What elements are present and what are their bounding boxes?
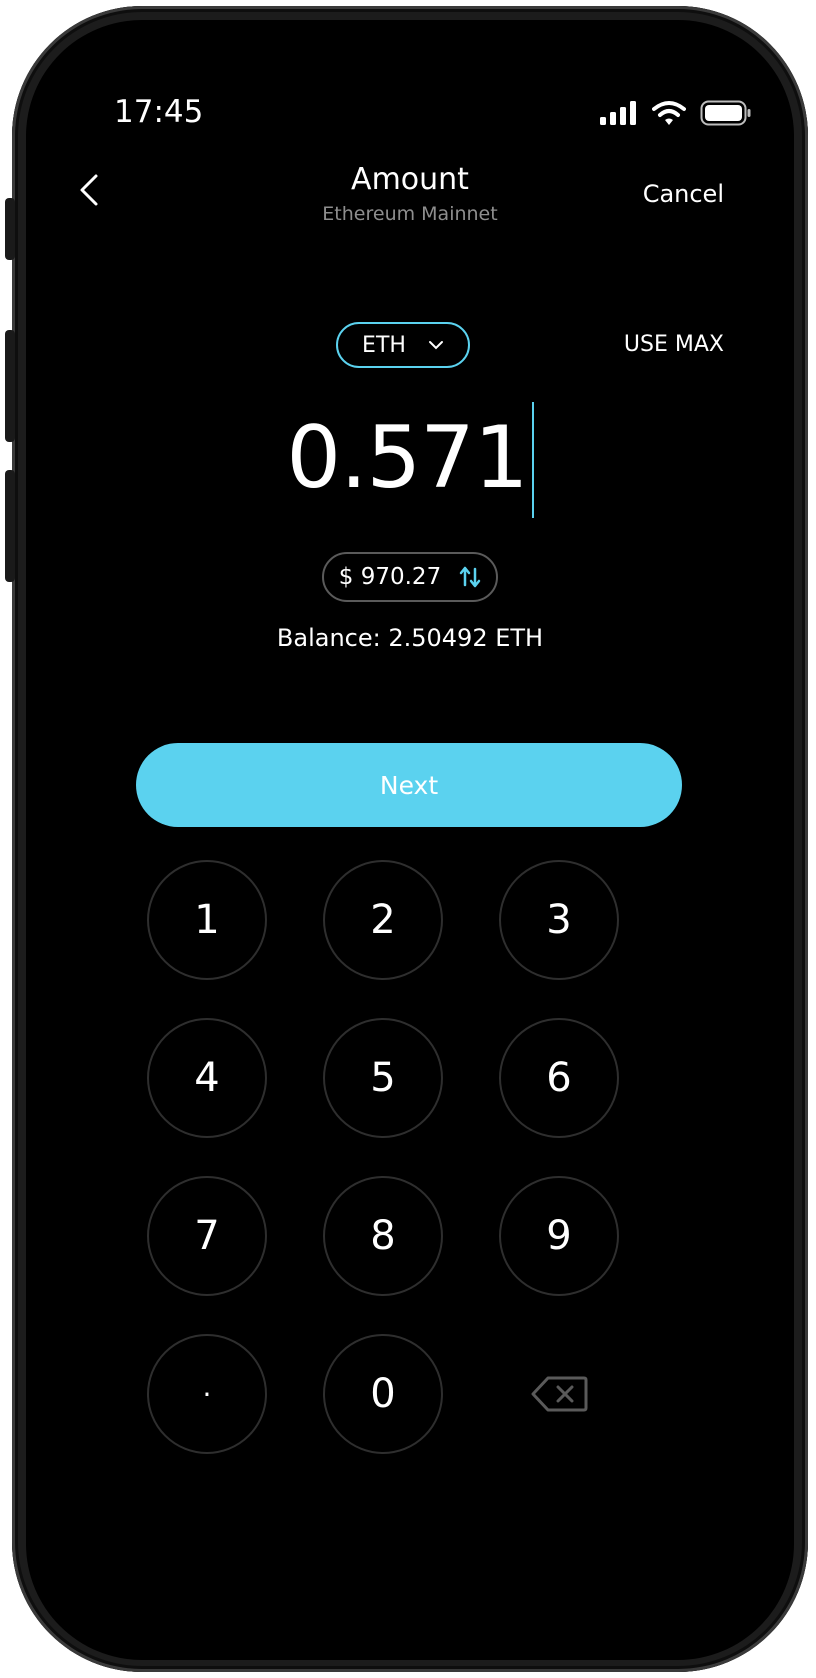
token-symbol: ETH bbox=[362, 332, 406, 358]
status-icons bbox=[600, 100, 752, 126]
keypad-key-6[interactable]: 6 bbox=[499, 1018, 619, 1138]
keypad-key-1[interactable]: 1 bbox=[147, 860, 267, 980]
backspace-button[interactable] bbox=[499, 1334, 619, 1454]
text-caret bbox=[531, 402, 534, 518]
phone-side-button bbox=[5, 470, 15, 582]
backspace-icon bbox=[531, 1376, 588, 1412]
amount-value: 0.571 bbox=[286, 408, 528, 508]
cancel-button[interactable]: Cancel bbox=[643, 180, 724, 208]
status-time: 17:45 bbox=[114, 94, 204, 130]
keypad-key-3[interactable]: 3 bbox=[499, 860, 619, 980]
keypad-key-8[interactable]: 8 bbox=[323, 1176, 443, 1296]
battery-icon bbox=[700, 100, 751, 126]
keypad-key-7[interactable]: 7 bbox=[147, 1176, 267, 1296]
wifi-icon bbox=[652, 101, 686, 125]
signal-icon bbox=[600, 101, 636, 125]
amount-input[interactable]: 0.571 bbox=[26, 398, 794, 518]
keypad-key-9[interactable]: 9 bbox=[499, 1176, 619, 1296]
chevron-down-icon bbox=[428, 341, 443, 350]
fiat-value: $ 970.27 bbox=[338, 564, 442, 590]
swap-arrows-icon bbox=[459, 566, 481, 588]
keypad-key-decimal[interactable]: · bbox=[147, 1334, 267, 1454]
keypad-key-2[interactable]: 2 bbox=[323, 860, 443, 980]
token-selector[interactable]: ETH bbox=[336, 322, 470, 368]
next-button[interactable]: Next bbox=[136, 743, 682, 827]
balance-text: Balance: 2.50492 ETH bbox=[276, 624, 544, 652]
keypad-key-5[interactable]: 5 bbox=[323, 1018, 443, 1138]
phone-side-button bbox=[5, 330, 15, 442]
phone-side-button bbox=[5, 198, 15, 260]
keypad-key-0[interactable]: 0 bbox=[323, 1334, 443, 1454]
app-screen: 17:45 Amount Ethereum Mainnet Cancel ETH bbox=[26, 20, 794, 1660]
use-max-button[interactable]: USE MAX bbox=[624, 332, 724, 357]
keypad-key-4[interactable]: 4 bbox=[147, 1018, 267, 1138]
fiat-conversion-toggle[interactable]: $ 970.27 bbox=[322, 552, 498, 602]
